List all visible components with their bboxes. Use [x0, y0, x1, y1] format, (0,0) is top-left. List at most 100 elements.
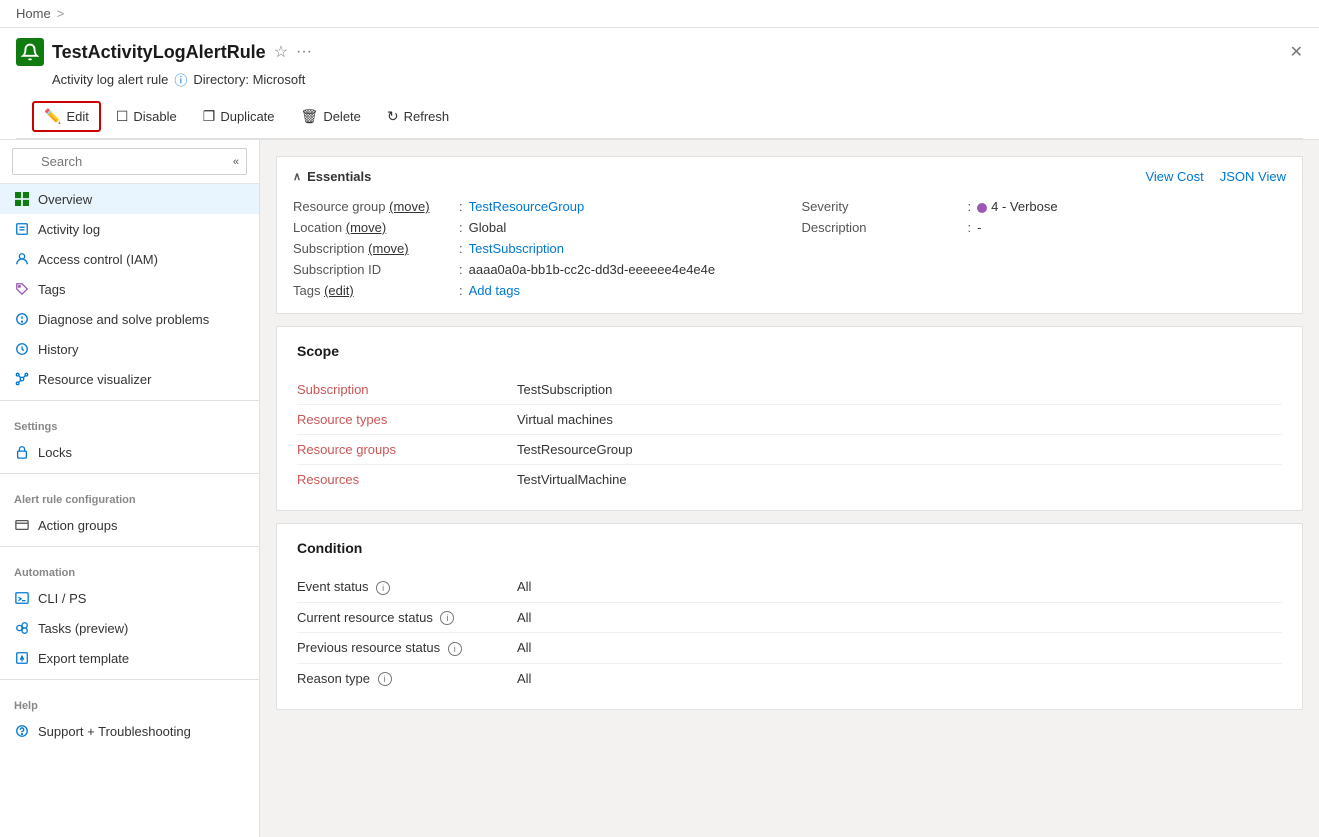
- json-view-link[interactable]: JSON View: [1220, 169, 1286, 184]
- condition-reason-type-value: All: [517, 671, 531, 686]
- activity-log-icon: [14, 221, 30, 237]
- tasks-icon: [14, 620, 30, 636]
- previous-resource-info-icon[interactable]: i: [448, 642, 462, 656]
- sidebar-item-tags[interactable]: Tags: [0, 274, 259, 304]
- scope-resources-value: TestVirtualMachine: [517, 472, 627, 487]
- alert-section-label: Alert rule configuration: [0, 480, 259, 510]
- sidebar-item-cli-ps[interactable]: CLI / PS: [0, 583, 259, 613]
- delete-button[interactable]: 🗑 Delete: [290, 102, 372, 131]
- edit-icon: ✏️: [44, 108, 61, 125]
- scope-subscription-value: TestSubscription: [517, 382, 612, 397]
- refresh-button[interactable]: ↻ Refresh: [376, 102, 460, 131]
- sidebar-item-resource-visualizer[interactable]: Resource visualizer: [0, 364, 259, 394]
- disable-button[interactable]: ☐ Disable: [105, 102, 188, 131]
- diagnose-icon: [14, 311, 30, 327]
- sidebar-item-support[interactable]: Support + Troubleshooting: [0, 716, 259, 746]
- breadcrumb: Home >: [16, 6, 64, 21]
- overview-icon: [14, 191, 30, 207]
- scope-resources-label: Resources: [297, 472, 517, 487]
- close-icon[interactable]: ✕: [1290, 42, 1303, 62]
- sidebar-item-cli-ps-label: CLI / PS: [38, 591, 86, 606]
- event-status-info-icon[interactable]: i: [376, 581, 390, 595]
- sidebar-item-access-control[interactable]: Access control (IAM): [0, 244, 259, 274]
- subscription-id-label: Subscription ID: [293, 262, 453, 277]
- sidebar-item-tasks[interactable]: Tasks (preview): [0, 613, 259, 643]
- scope-subscription-label: Subscription: [297, 382, 517, 397]
- condition-reason-type-row: Reason type i All: [297, 664, 1282, 694]
- history-icon: [14, 341, 30, 357]
- sidebar-item-action-groups-label: Action groups: [38, 518, 118, 533]
- sidebar-item-action-groups[interactable]: Action groups: [0, 510, 259, 540]
- collapse-sidebar-icon[interactable]: «: [233, 156, 239, 168]
- subscription-label: Subscription (move): [293, 241, 453, 256]
- resource-group-value[interactable]: TestResourceGroup: [469, 199, 585, 214]
- sidebar-search-container: «: [0, 140, 259, 184]
- condition-event-status-row: Event status i All: [297, 572, 1282, 603]
- essentials-title-label: Essentials: [307, 169, 371, 184]
- breadcrumb-sep: >: [57, 6, 65, 21]
- subscription-id-value: aaaa0a0a-bb1b-cc2c-dd3d-eeeeee4e4e4e: [469, 262, 716, 277]
- sidebar-item-tags-label: Tags: [38, 282, 65, 297]
- scope-resource-groups-row: Resource groups TestResourceGroup: [297, 435, 1282, 465]
- top-bar: Home >: [0, 0, 1319, 28]
- subscription-move-link[interactable]: (move): [368, 241, 408, 256]
- disable-icon: ☐: [116, 108, 129, 125]
- reason-type-info-icon[interactable]: i: [378, 672, 392, 686]
- add-tags-link[interactable]: Add tags: [469, 283, 520, 298]
- info-icon[interactable]: ⓘ: [174, 70, 187, 89]
- sidebar-item-history-label: History: [38, 342, 78, 357]
- condition-previous-resource-label: Previous resource status i: [297, 640, 517, 656]
- sidebar-item-overview[interactable]: Overview: [0, 184, 259, 214]
- current-resource-info-icon[interactable]: i: [440, 611, 454, 625]
- sidebar-item-export-label: Export template: [38, 651, 129, 666]
- sidebar-item-locks[interactable]: Locks: [0, 437, 259, 467]
- resource-icon: [16, 38, 44, 66]
- locks-icon: [14, 444, 30, 460]
- subscription-value[interactable]: TestSubscription: [469, 241, 564, 256]
- sidebar-item-access-control-label: Access control (IAM): [38, 252, 158, 267]
- scope-card-title: Scope: [297, 343, 1282, 359]
- tags-label: Tags (edit): [293, 283, 453, 298]
- scope-resource-types-value: Virtual machines: [517, 412, 613, 427]
- content-area: ∧ Essentials View Cost JSON View Resourc…: [260, 140, 1319, 837]
- sidebar-item-export[interactable]: Export template: [0, 643, 259, 673]
- sidebar-item-diagnose-label: Diagnose and solve problems: [38, 312, 209, 327]
- description-value: -: [977, 220, 981, 235]
- tags-edit-link[interactable]: (edit): [324, 283, 354, 298]
- severity-dot: [977, 203, 987, 213]
- resource-group-move-link[interactable]: (move): [389, 199, 429, 214]
- delete-icon: 🗑: [301, 108, 319, 125]
- support-icon: [14, 723, 30, 739]
- condition-event-status-label: Event status i: [297, 579, 517, 595]
- condition-previous-resource-row: Previous resource status i All: [297, 633, 1282, 664]
- condition-current-resource-label: Current resource status i: [297, 610, 517, 626]
- edit-button[interactable]: ✏️ Edit: [32, 101, 101, 132]
- tags-icon: [14, 281, 30, 297]
- essentials-caret: ∧: [293, 170, 301, 183]
- sidebar-item-locks-label: Locks: [38, 445, 72, 460]
- iam-icon: [14, 251, 30, 267]
- sidebar-item-activity-log-label: Activity log: [38, 222, 100, 237]
- view-cost-link[interactable]: View Cost: [1145, 169, 1203, 184]
- sidebar-item-history[interactable]: History: [0, 334, 259, 364]
- scope-resources-row: Resources TestVirtualMachine: [297, 465, 1282, 494]
- sidebar-item-diagnose[interactable]: Diagnose and solve problems: [0, 304, 259, 334]
- sidebar-item-activity-log[interactable]: Activity log: [0, 214, 259, 244]
- export-icon: [14, 650, 30, 666]
- breadcrumb-home[interactable]: Home: [16, 6, 51, 21]
- search-input[interactable]: [12, 148, 247, 175]
- condition-current-resource-value: All: [517, 610, 531, 625]
- more-options-icon[interactable]: ···: [296, 43, 312, 61]
- star-icon[interactable]: ☆: [274, 42, 288, 62]
- automation-section-label: Automation: [0, 553, 259, 583]
- location-move-link[interactable]: (move): [346, 220, 386, 235]
- sidebar: « Overview Activity log Access control (…: [0, 140, 260, 837]
- severity-label: Severity: [802, 199, 962, 214]
- sidebar-item-overview-label: Overview: [38, 192, 92, 207]
- duplicate-button[interactable]: ❐ Duplicate: [192, 102, 286, 131]
- directory-label: Directory: Microsoft: [193, 72, 305, 87]
- location-label: Location (move): [293, 220, 453, 235]
- help-section-label: Help: [0, 686, 259, 716]
- essentials-section: ∧ Essentials View Cost JSON View Resourc…: [276, 156, 1303, 314]
- sidebar-item-tasks-label: Tasks (preview): [38, 621, 128, 636]
